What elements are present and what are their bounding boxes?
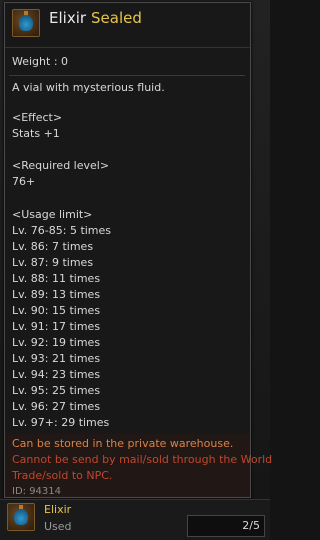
item-name: Elixir: [49, 9, 87, 27]
slot-item-state: Used: [44, 520, 72, 533]
restriction-note: Trade/sold to NPC.: [12, 469, 113, 482]
item-status: Sealed: [91, 9, 142, 27]
item-id: ID: 94314: [12, 486, 62, 497]
restriction-note: Cannot be send by mail/sold through the …: [12, 453, 273, 466]
divider: [9, 75, 245, 76]
effect-value: Stats +1: [12, 127, 60, 140]
item-description: A vial with mysterious fluid.: [12, 81, 165, 94]
storage-note: Can be stored in the private warehouse.: [12, 437, 234, 450]
usage-limit-row: Lv. 94: 23 times: [12, 368, 101, 381]
usage-limit-row: Lv. 76-85: 5 times: [12, 224, 112, 237]
usage-limit-row: Lv. 86: 7 times: [12, 240, 94, 253]
slot-item-name: Elixir: [44, 503, 72, 516]
usage-limit-row: Lv. 92: 19 times: [12, 336, 101, 349]
usage-limit-row: Lv. 88: 11 times: [12, 272, 101, 285]
tooltip-header: Elixir Sealed: [5, 3, 250, 48]
item-tooltip: Elixir Sealed Weight : 0 A vial with mys…: [4, 2, 272, 498]
usage-count-field: 2/5: [187, 515, 265, 537]
elixir-vial-icon: [12, 9, 40, 37]
effect-header: <Effect>: [12, 111, 63, 124]
usage-limit-row: Lv. 87: 9 times: [12, 256, 94, 269]
usage-limit-header: <Usage limit>: [12, 208, 93, 221]
usage-limit-row: Lv. 97+: 29 times: [12, 416, 110, 429]
usage-limit-row: Lv. 91: 17 times: [12, 320, 101, 333]
item-weight: Weight : 0: [12, 55, 69, 68]
usage-limit-row: Lv. 95: 25 times: [12, 384, 101, 397]
usage-limit-row: Lv. 89: 13 times: [12, 288, 101, 301]
usage-limit-row: Lv. 90: 15 times: [12, 304, 101, 317]
usage-count: 2/5: [242, 519, 260, 532]
elixir-vial-icon: [7, 503, 35, 531]
required-level-header: <Required level>: [12, 159, 110, 172]
usage-limit-row: Lv. 96: 27 times: [12, 400, 101, 413]
usage-limit-row: Lv. 93: 21 times: [12, 352, 101, 365]
required-level-value: 76+: [12, 175, 36, 188]
